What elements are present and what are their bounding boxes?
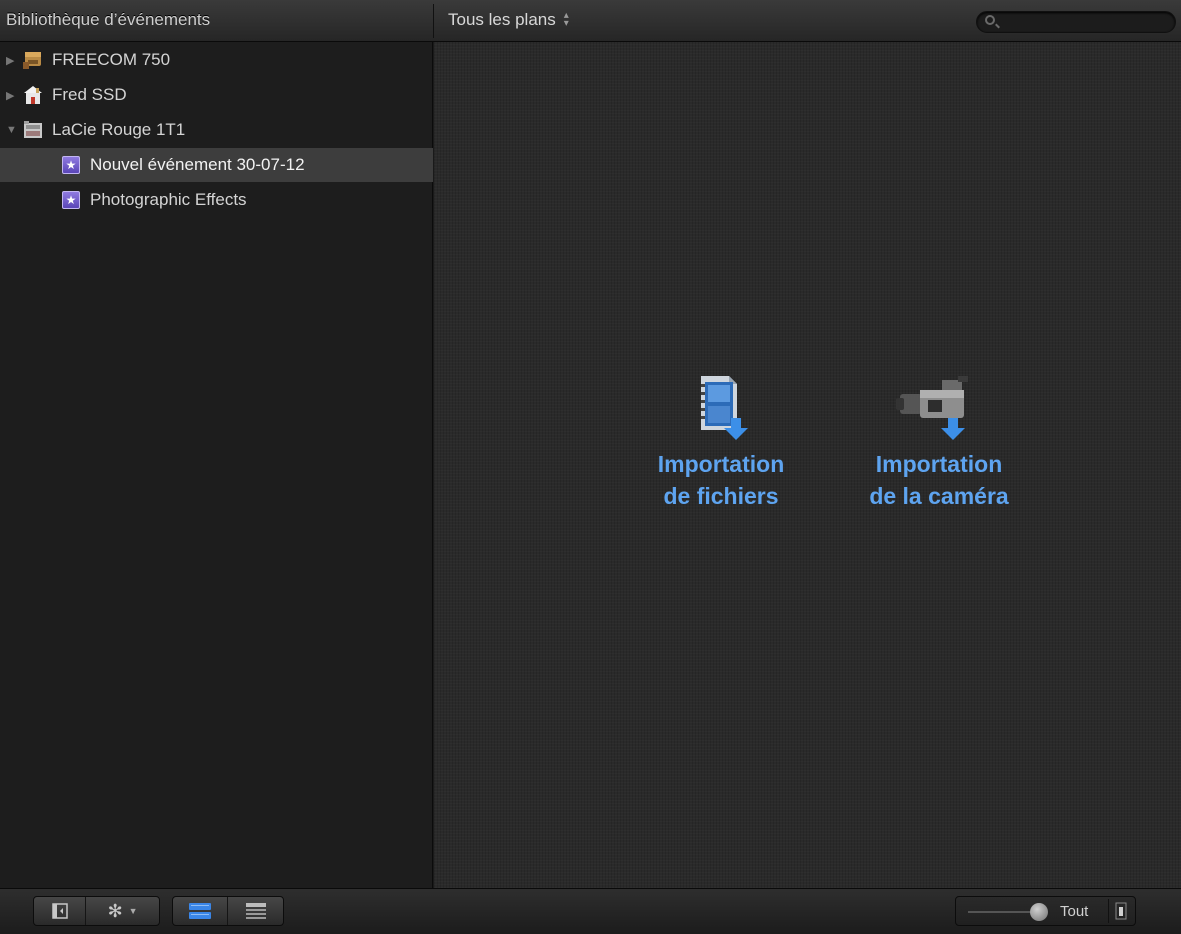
import-camera-button[interactable]: Importation de la caméra: [844, 372, 1034, 512]
zoom-control: Tout: [955, 896, 1136, 926]
disclosure-open-icon[interactable]: ▼: [6, 124, 18, 136]
filmstrip-view-button[interactable]: [173, 897, 229, 925]
clip-filter-dropdown[interactable]: Tous les plans ▴ ▾: [448, 10, 569, 30]
list-view-button[interactable]: [228, 897, 283, 925]
sidebar-action-group: ✻ ▼: [33, 896, 160, 926]
clip-appearance-button[interactable]: [1108, 899, 1132, 923]
drive-icon: [22, 120, 44, 140]
library-item-fred-ssd[interactable]: ▶ Fred SSD: [0, 78, 433, 112]
import-files-line1: Importation: [657, 451, 785, 477]
import-camera-line2: de la caméra: [869, 483, 1009, 509]
toggle-sidebar-button[interactable]: [34, 897, 87, 925]
film-import-icon: [701, 376, 748, 440]
library-item-label: LaCie Rouge 1T1: [52, 120, 186, 139]
header-divider: [433, 4, 434, 38]
event-item-label: Nouvel événement 30-07-12: [90, 155, 305, 174]
import-files-button[interactable]: Importation de fichiers: [638, 372, 804, 512]
search-input[interactable]: [1003, 13, 1169, 31]
import-camera-line1: Importation: [875, 451, 1003, 477]
library-item-label: Fred SSD: [52, 85, 127, 104]
zoom-slider-knob[interactable]: [1030, 903, 1048, 921]
disclosure-closed-icon[interactable]: ▶: [6, 54, 18, 67]
event-star-icon: ★: [62, 156, 80, 174]
event-item-photographic-effects[interactable]: ★ Photographic Effects: [0, 183, 433, 217]
updown-arrows-icon: ▴ ▾: [563, 10, 569, 29]
library-item-freecom[interactable]: ▶ FREECOM 750: [0, 43, 433, 77]
gear-icon: ✻: [107, 900, 123, 921]
camera-import-icon: [896, 376, 968, 440]
search-icon: [985, 15, 995, 25]
zoom-label: Tout: [1060, 903, 1089, 920]
event-item-label: Photographic Effects: [90, 190, 247, 209]
event-library-title: Bibliothèque d’événements: [6, 10, 211, 29]
top-bar: Bibliothèque d’événements Tous les plans…: [0, 0, 1181, 42]
action-menu-button[interactable]: ✻ ▼: [86, 897, 159, 925]
search-field[interactable]: [976, 11, 1176, 33]
library-item-label: FREECOM 750: [52, 50, 171, 69]
event-item-nouvel-evenement[interactable]: ★ Nouvel événement 30-07-12: [0, 148, 433, 182]
event-browser-area: Importation de fichiers Importation de l…: [434, 42, 1181, 888]
event-library-sidebar: ▶ FREECOM 750 ▶ Fred SSD ▼ LaCie Rouge 1…: [0, 42, 433, 888]
list-view-icon: [245, 903, 266, 919]
drive-icon: [22, 50, 44, 70]
clip-appearance-icon: [1115, 902, 1126, 920]
library-item-lacie[interactable]: ▼ LaCie Rouge 1T1: [0, 113, 433, 147]
chevron-down-icon: ▼: [128, 906, 138, 916]
home-drive-icon: [22, 85, 44, 105]
view-mode-group: [172, 896, 284, 926]
import-files-line2: de fichiers: [663, 483, 779, 509]
bottom-toolbar: ✻ ▼ Tout: [0, 888, 1181, 934]
filmstrip-view-icon: [189, 903, 211, 919]
sidebar-toggle-icon: [51, 903, 68, 919]
disclosure-closed-icon[interactable]: ▶: [6, 89, 18, 102]
clip-filter-label: Tous les plans: [448, 10, 556, 29]
event-star-icon: ★: [62, 191, 80, 209]
